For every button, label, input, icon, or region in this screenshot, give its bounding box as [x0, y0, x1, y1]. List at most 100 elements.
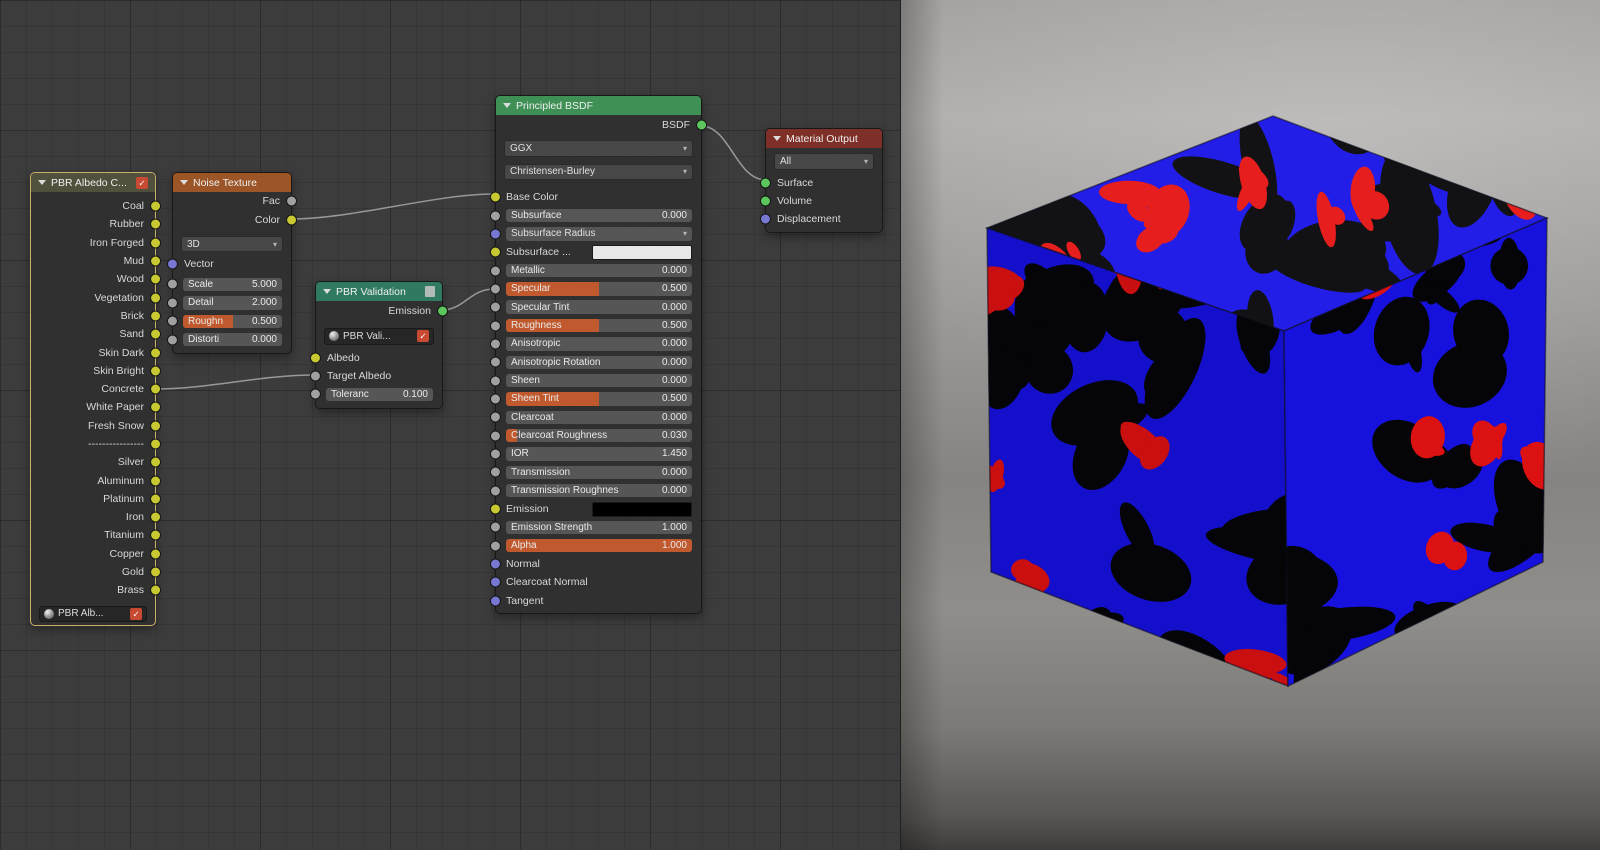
output-socket[interactable] [150, 529, 162, 541]
input-socket[interactable] [489, 485, 501, 497]
output-socket[interactable] [437, 305, 449, 316]
value-slider[interactable]: Detail 2.000 [183, 296, 282, 310]
output-socket[interactable] [696, 119, 708, 131]
node-header[interactable]: PBR Albedo C... ✓ [31, 173, 155, 192]
input-socket[interactable] [489, 521, 501, 533]
value-slider[interactable]: Transmission Roughnes 0.000 [506, 483, 692, 498]
value-slider[interactable]: Anisotropic 0.000 [506, 337, 692, 351]
input-socket[interactable] [309, 352, 321, 364]
output-socket[interactable] [150, 420, 162, 432]
collapse-arrow-icon[interactable] [38, 180, 46, 185]
viewport-3d[interactable] [900, 0, 1600, 850]
output-socket[interactable] [150, 237, 162, 249]
input-socket[interactable] [759, 213, 771, 225]
node-material-output[interactable]: Material Output All ▾ Surface Volume Dis… [759, 128, 883, 233]
param-slider-row[interactable]: Distorti 0.000 [166, 330, 291, 348]
output-socket[interactable] [286, 214, 298, 226]
bsdf-input-row[interactable]: Clearcoat Roughness Clearcoat Roughness … [489, 426, 701, 444]
value-slider[interactable]: Metallic 0.000 [506, 263, 692, 278]
node-header[interactable]: PBR Validation [316, 282, 442, 301]
shield-icon[interactable]: ✓ [417, 330, 429, 343]
value-slider[interactable]: Sheen 0.000 [506, 373, 692, 388]
input-socket[interactable] [489, 210, 501, 222]
bsdf-input-row[interactable]: Transmission Transmission 0.000 Transmis… [489, 463, 701, 481]
value-slider[interactable]: Anisotropic Rotation 0.000 [506, 355, 692, 370]
input-socket[interactable] [489, 448, 501, 460]
input-socket[interactable] [309, 388, 321, 400]
node-header[interactable]: Material Output [766, 129, 882, 148]
output-socket[interactable] [150, 328, 162, 340]
distribution-dropdown[interactable]: GGX ▾ [504, 140, 693, 157]
input-socket[interactable] [166, 297, 178, 309]
input-socket[interactable] [489, 503, 501, 515]
output-socket[interactable] [150, 566, 162, 578]
bsdf-input-row[interactable]: Base Color Base Color Base Color ▾ Base … [489, 188, 701, 206]
bsdf-input-row[interactable]: IOR IOR 1.450 IOR ▾ IOR [489, 445, 701, 463]
input-socket[interactable] [489, 246, 501, 258]
node-principled-bsdf[interactable]: Principled BSDF BSDF GGX ▾ Christensen-B… [489, 95, 708, 614]
output-socket[interactable] [150, 292, 162, 304]
subsurface-method-dropdown[interactable]: Christensen-Burley ▾ [504, 163, 693, 180]
bsdf-input-row[interactable]: Tangent Tangent Tangent ▾ Tangent [489, 592, 701, 610]
input-socket[interactable] [489, 466, 501, 478]
bsdf-input-row[interactable]: Subsurface Radius Subsurface Radius Subs… [489, 225, 701, 243]
bsdf-input-row[interactable]: Transmission Roughnes Transmission Rough… [489, 482, 701, 500]
input-socket[interactable] [489, 430, 501, 442]
value-slider[interactable]: Clearcoat Roughness 0.030 [506, 428, 692, 443]
value-slider[interactable]: Transmission 0.000 [506, 465, 692, 480]
bsdf-input-row[interactable]: Emission Strength Emission Strength 1.00… [489, 518, 701, 536]
node-header[interactable]: Principled BSDF [496, 96, 701, 115]
bsdf-input-row[interactable]: Subsurface Subsurface 0.000 Subsurface ▾… [489, 206, 701, 224]
value-slider[interactable]: IOR 1.450 [506, 447, 692, 461]
output-socket[interactable] [150, 365, 162, 377]
param-slider-row[interactable]: Scale 5.000 [166, 275, 291, 293]
input-socket[interactable] [489, 411, 501, 423]
value-slider[interactable]: Subsurface 0.000 [506, 208, 692, 223]
output-socket[interactable] [150, 493, 162, 505]
output-socket[interactable] [150, 456, 162, 468]
input-socket[interactable] [489, 265, 501, 277]
output-socket[interactable] [150, 310, 162, 322]
output-socket[interactable] [150, 347, 162, 359]
vector-field[interactable]: Subsurface Radius ▾ [506, 227, 692, 241]
value-slider[interactable]: Toleranc 0.100 [326, 387, 433, 402]
bsdf-input-row[interactable]: Sheen Sheen 0.000 Sheen ▾ Sheen [489, 371, 701, 389]
bsdf-input-row[interactable]: Anisotropic Rotation Anisotropic Rotatio… [489, 353, 701, 371]
node-pbr-albedo[interactable]: PBR Albedo C... ✓ Coal Rubber Iron Forge… [30, 172, 162, 626]
output-socket[interactable] [150, 548, 162, 560]
output-socket[interactable] [150, 273, 162, 285]
input-socket[interactable] [489, 228, 501, 240]
input-socket[interactable] [489, 540, 501, 552]
input-socket[interactable] [489, 375, 501, 387]
value-slider[interactable]: Roughn 0.500 [183, 314, 282, 328]
shader-node-editor[interactable]: PBR Albedo C... ✓ Coal Rubber Iron Forge… [0, 0, 900, 850]
collapse-arrow-icon[interactable] [503, 103, 511, 108]
param-slider-row[interactable]: Roughn 0.500 [166, 312, 291, 330]
collapse-arrow-icon[interactable] [180, 180, 188, 185]
value-slider[interactable]: Distorti 0.000 [183, 332, 282, 347]
output-socket[interactable] [150, 255, 162, 267]
input-socket[interactable] [489, 301, 501, 313]
bsdf-input-row[interactable]: Sheen Tint Sheen Tint 0.500 Sheen Tint ▾… [489, 390, 701, 408]
node-group-selector[interactable]: PBR Alb... ✓ [39, 605, 147, 623]
value-slider[interactable]: Scale 5.000 [183, 277, 282, 292]
output-socket[interactable] [150, 511, 162, 523]
target-dropdown[interactable]: All ▾ [774, 153, 874, 170]
param-slider-row[interactable]: Detail 2.000 [166, 294, 291, 312]
value-slider[interactable]: Alpha 1.000 [506, 538, 692, 553]
input-socket[interactable] [489, 595, 501, 607]
bsdf-input-row[interactable]: Specular Tint Specular Tint 0.000 Specul… [489, 298, 701, 316]
bsdf-input-row[interactable]: Subsurface ... Subsurface ... Subsurface… [489, 243, 701, 261]
output-socket[interactable] [150, 401, 162, 413]
input-socket[interactable] [489, 283, 501, 295]
dimensions-dropdown[interactable]: 3D ▾ [181, 235, 283, 253]
tolerance-row[interactable]: Toleranc 0.100 [309, 385, 442, 403]
output-socket[interactable] [286, 195, 298, 207]
output-socket[interactable] [150, 475, 162, 487]
collapse-arrow-icon[interactable] [773, 136, 781, 141]
value-slider[interactable]: Specular 0.500 [506, 282, 692, 296]
value-slider[interactable]: Roughness 0.500 [506, 318, 692, 333]
bsdf-input-row[interactable]: Specular Specular 0.500 Specular ▾ Specu… [489, 280, 701, 298]
input-socket[interactable] [166, 334, 178, 346]
input-socket[interactable] [489, 558, 501, 570]
